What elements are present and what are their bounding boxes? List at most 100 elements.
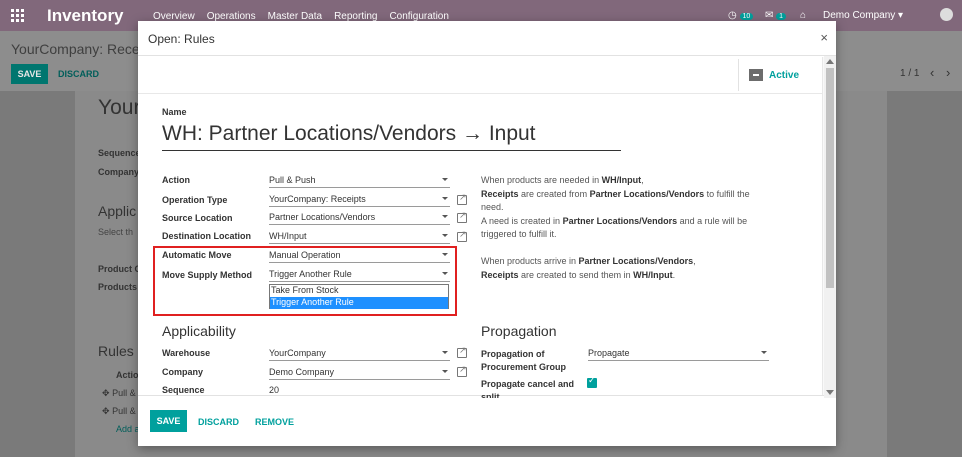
propagate-cancel-label: Propagate cancel and split (481, 378, 574, 398)
company-switcher[interactable]: Demo Company ▾ (823, 10, 903, 21)
help-text: , (641, 175, 644, 185)
remove-button[interactable]: REMOVE (255, 417, 294, 427)
apps-menu-icon[interactable] (11, 9, 24, 22)
propagation-group-select[interactable]: Propagate (588, 348, 769, 361)
bg-rule-row-label: Pull & (112, 406, 136, 416)
active-toggle-button[interactable]: Active (749, 69, 799, 81)
operation-type-label: Operation Type (162, 195, 228, 205)
activity-count-badge: 10 (739, 13, 754, 20)
bg-save-button[interactable]: SAVE (11, 64, 48, 84)
message-count-badge: 1 (776, 13, 787, 20)
bg-action-header: Actio (116, 370, 139, 380)
help-text-strong: Partner Locations/Vendors (562, 215, 678, 226)
messaging-menu[interactable]: ✉ 1 (765, 10, 787, 21)
operation-type-input[interactable]: YourCompany: Receipts (269, 194, 450, 207)
warehouse-input[interactable]: YourCompany (269, 348, 450, 361)
bg-rule-row[interactable]: ✥ Pull & (102, 406, 136, 417)
scroll-down-icon[interactable] (826, 390, 834, 395)
caret-down-icon (442, 351, 448, 354)
activity-menu[interactable]: ◷ 10 (728, 10, 754, 21)
destination-location-label: Destination Location (162, 231, 252, 241)
dialog-scrollbar[interactable] (824, 56, 836, 398)
source-location-label: Source Location (162, 213, 233, 223)
bg-rules-title: Rules (98, 343, 134, 359)
company-label: Company (162, 367, 204, 377)
pager-nav[interactable]: ‹ › (930, 65, 950, 80)
save-button[interactable]: SAVE (150, 410, 187, 432)
company-input[interactable]: Demo Company (269, 367, 450, 380)
bg-add-line-link[interactable]: Add a (116, 424, 140, 434)
warehouse-value: YourCompany (269, 348, 326, 358)
help-text-strong: Receipts (481, 188, 519, 199)
external-link-icon[interactable] (457, 210, 467, 223)
divider (138, 93, 823, 94)
destination-location-input[interactable]: WH/Input (269, 231, 450, 244)
bg-product-category-label: Product C (98, 264, 142, 274)
scroll-up-icon[interactable] (826, 59, 834, 64)
help-text: A need is created in (481, 215, 563, 226)
bg-rule-row-label: Pull & (112, 388, 136, 398)
help-text: are created to send them in (518, 269, 634, 280)
caret-down-icon (761, 351, 767, 354)
action-select-value: Pull & Push (269, 175, 316, 185)
caret-down-icon: ▾ (898, 10, 904, 21)
bg-select-text: Select th (98, 227, 134, 237)
drag-handle-icon[interactable]: ✥ (102, 388, 110, 398)
sequence-label: Sequence (162, 385, 205, 395)
clock-icon: ◷ (728, 10, 737, 21)
help-text-strong: Receipts (481, 269, 519, 280)
external-link-icon[interactable] (457, 345, 467, 358)
rule-help-text-push: When products arrive in Partner Location… (481, 255, 766, 282)
chevron-right-icon[interactable]: › (946, 65, 950, 80)
name-input[interactable]: WH: Partner Locations/Vendors → Input (162, 122, 621, 151)
discard-button[interactable]: DISCARD (198, 417, 239, 427)
external-link-icon[interactable] (457, 229, 467, 242)
company-value: Demo Company (269, 367, 335, 377)
applicability-title: Applicability (162, 323, 236, 339)
bg-applicability-title: Applic (98, 203, 137, 219)
operation-type-value: YourCompany: Receipts (269, 194, 366, 204)
active-label: Active (769, 69, 800, 81)
sequence-input[interactable]: 20 (269, 385, 450, 397)
chevron-left-icon[interactable]: ‹ (930, 65, 934, 80)
button-box: Active (738, 59, 824, 91)
avatar[interactable] (940, 8, 953, 21)
help-text: , (693, 256, 696, 266)
action-select[interactable]: Pull & Push (269, 175, 450, 188)
close-icon[interactable]: × (820, 30, 828, 45)
caret-down-icon (442, 215, 448, 218)
source-location-value: Partner Locations/Vendors (269, 212, 376, 222)
caret-down-icon (442, 197, 448, 200)
pager-value: 1 / 1 (900, 68, 920, 79)
bg-rule-row[interactable]: ✥ Pull & (102, 388, 136, 399)
label-line: split (481, 392, 500, 398)
app-brand[interactable]: Inventory (47, 6, 124, 26)
help-text-strong: Partner Locations/Vendors (578, 256, 694, 266)
dialog-title: Open: Rules (148, 32, 215, 46)
propagation-group-label: Propagation of Procurement Group (481, 348, 566, 374)
source-location-input[interactable]: Partner Locations/Vendors (269, 212, 450, 225)
dialog-footer: SAVE DISCARD REMOVE (138, 395, 836, 446)
bg-discard-button[interactable]: DISCARD (58, 69, 99, 79)
label-line: Propagate cancel and (481, 379, 575, 389)
external-link-icon[interactable] (457, 364, 467, 377)
rule-help-text: When products are needed in WH/Input, Re… (481, 174, 766, 242)
propagation-group-value: Propagate (588, 348, 630, 358)
label-line: Propagation of (481, 349, 545, 359)
bg-products-label: Products (98, 282, 138, 292)
destination-location-value: WH/Input (269, 231, 307, 241)
scroll-thumb[interactable] (826, 68, 834, 288)
name-label: Name (162, 107, 187, 117)
warehouse-label: Warehouse (162, 348, 211, 358)
external-link-icon[interactable] (457, 192, 467, 205)
help-text-strong: WH/Input (601, 175, 642, 185)
home-icon[interactable]: ⌂ (800, 10, 806, 21)
help-text: . (672, 269, 676, 280)
caret-down-icon (442, 234, 448, 237)
dialog-header: Open: Rules × (138, 21, 836, 56)
breadcrumb: YourCompany: Receive (11, 41, 158, 57)
drag-handle-icon[interactable]: ✥ (102, 406, 110, 416)
highlight-annotation (153, 246, 457, 316)
propagate-cancel-checkbox[interactable] (587, 375, 597, 388)
help-text-strong: Partner Locations/Vendors (589, 188, 705, 199)
